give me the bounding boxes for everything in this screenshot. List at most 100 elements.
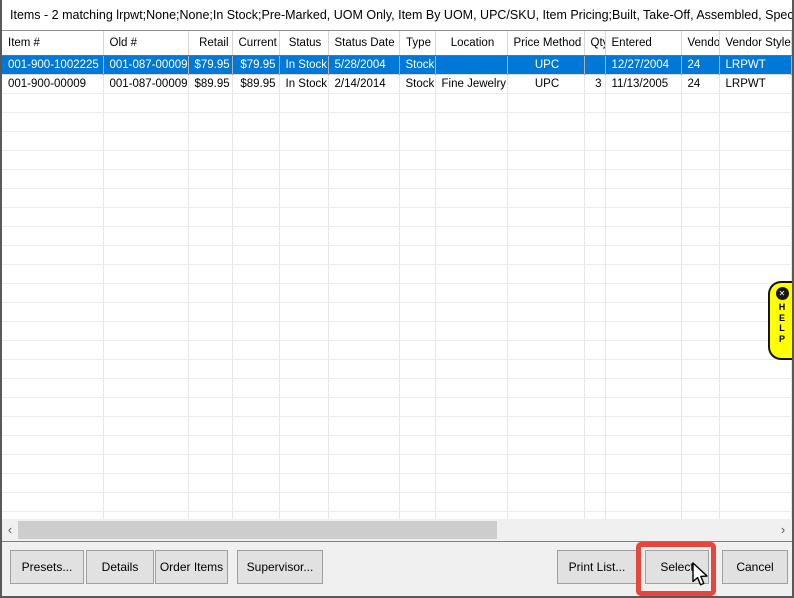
scroll-left-arrow[interactable]: ‹ — [2, 519, 18, 541]
presets-button[interactable]: Presets... — [10, 550, 84, 584]
scrollbar-thumb[interactable] — [18, 521, 497, 539]
grid-cell — [279, 227, 328, 246]
grid-cell — [2, 436, 103, 455]
grid-cell — [399, 265, 435, 284]
grid-cell — [507, 341, 584, 360]
grid-cell — [435, 189, 507, 208]
column-header-vendor[interactable]: Vendor — [681, 31, 719, 56]
column-header-entered[interactable]: Entered — [605, 31, 681, 56]
grid-cell — [188, 208, 232, 227]
grid-cell — [279, 303, 328, 322]
grid-cell — [232, 208, 279, 227]
items-dialog: Items - 2 matching lrpwt;None;None;In St… — [0, 0, 794, 598]
supervisor-button[interactable]: Supervisor... — [237, 550, 323, 584]
column-header-price-method[interactable]: Price Method — [507, 31, 584, 56]
column-header-type[interactable]: Type — [399, 31, 435, 56]
grid-cell — [328, 303, 399, 322]
cancel-button[interactable]: Cancel — [722, 550, 788, 584]
grid-cell — [399, 436, 435, 455]
grid-cell: 11/13/2005 — [605, 75, 681, 94]
column-header-qty[interactable]: Qty — [584, 31, 605, 56]
grid-cell — [399, 227, 435, 246]
grid-cell — [279, 436, 328, 455]
grid-cell — [584, 455, 605, 474]
dialog-title: Items - 2 matching lrpwt;None;None;In St… — [2, 0, 792, 30]
grid-cell — [435, 455, 507, 474]
grid-cell — [719, 227, 791, 246]
grid-cell — [681, 436, 719, 455]
grid-cell — [279, 284, 328, 303]
grid-cell — [681, 151, 719, 170]
grid-cell — [435, 208, 507, 227]
help-tab[interactable]: ✕ H E L P — [768, 281, 794, 360]
scroll-right-arrow[interactable]: › — [775, 519, 791, 541]
grid-cell — [103, 265, 188, 284]
grid-cell: Stock — [399, 75, 435, 94]
select-button[interactable]: Select — [645, 550, 709, 584]
grid-cell — [719, 246, 791, 265]
details-button[interactable]: Details — [86, 550, 154, 584]
column-header-vendor-style[interactable]: Vendor Style — [719, 31, 791, 56]
grid-cell — [719, 189, 791, 208]
column-header-item-[interactable]: Item # — [2, 31, 103, 56]
empty-row — [2, 303, 791, 322]
grid-cell — [435, 113, 507, 132]
grid-cell — [279, 94, 328, 113]
column-header-retail[interactable]: Retail — [188, 31, 232, 56]
column-header-status[interactable]: Status — [279, 31, 328, 56]
grid-cell — [232, 189, 279, 208]
grid-cell: Fine Jewelry — [435, 75, 507, 94]
grid-cell — [188, 151, 232, 170]
grid-cell: $79.95 — [188, 56, 232, 75]
column-header-old-[interactable]: Old # — [103, 31, 188, 56]
grid-cell — [188, 398, 232, 417]
grid-cell — [435, 493, 507, 512]
grid-cell — [232, 265, 279, 284]
grid-cell — [605, 417, 681, 436]
grid-cell — [103, 170, 188, 189]
grid-cell — [232, 132, 279, 151]
print-list-button[interactable]: Print List... — [557, 550, 637, 584]
grid-cell — [232, 303, 279, 322]
grid-cell — [435, 322, 507, 341]
grid-cell — [399, 170, 435, 189]
grid-cell: $89.95 — [188, 75, 232, 94]
grid-cell — [103, 132, 188, 151]
empty-row — [2, 284, 791, 303]
grid-cell — [328, 512, 399, 520]
column-header-status-date[interactable]: Status Date — [328, 31, 399, 56]
grid-cell — [605, 284, 681, 303]
help-close-icon[interactable]: ✕ — [776, 287, 789, 300]
table-row[interactable]: 001-900-00009001-087-00009$89.95$89.95In… — [2, 75, 791, 94]
grid-cell — [435, 265, 507, 284]
grid-cell — [399, 360, 435, 379]
grid-cell — [279, 474, 328, 493]
grid-cell — [681, 284, 719, 303]
grid-cell — [188, 360, 232, 379]
grid-cell — [435, 56, 507, 75]
table-row[interactable]: 001-900-1002225001-087-00009$79.95$79.95… — [2, 56, 791, 75]
grid-cell — [719, 512, 791, 520]
horizontal-scrollbar[interactable]: ‹ › — [2, 519, 792, 541]
grid-cell — [584, 322, 605, 341]
grid-cell — [681, 189, 719, 208]
grid-cell — [328, 360, 399, 379]
grid-cell — [584, 170, 605, 189]
grid-cell — [681, 113, 719, 132]
grid-cell — [103, 284, 188, 303]
grid-cell — [232, 227, 279, 246]
grid-cell — [719, 379, 791, 398]
column-header-location[interactable]: Location — [435, 31, 507, 56]
grid-cell — [507, 512, 584, 520]
grid-cell — [584, 360, 605, 379]
grid-cell — [188, 303, 232, 322]
grid-cell — [188, 322, 232, 341]
column-header-current[interactable]: Current — [232, 31, 279, 56]
grid-cell — [279, 151, 328, 170]
order-items-button[interactable]: Order Items — [155, 550, 228, 584]
grid-cell: 001-087-00009 — [103, 56, 188, 75]
grid-cell — [507, 227, 584, 246]
grid-cell: 001-900-00009 — [2, 75, 103, 94]
grid-cell — [719, 455, 791, 474]
grid-cell — [103, 208, 188, 227]
